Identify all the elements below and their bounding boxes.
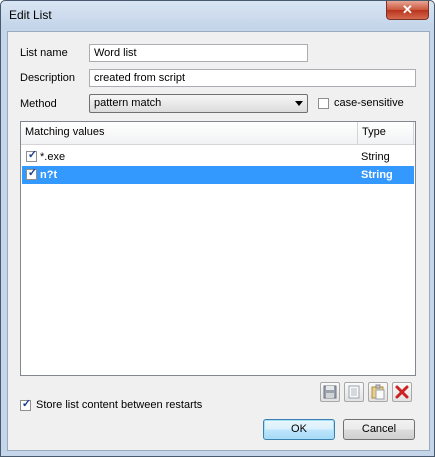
copy-button[interactable] <box>344 382 364 402</box>
description-input[interactable]: created from script <box>89 69 416 87</box>
row-type: String <box>361 169 393 181</box>
table-row-selected[interactable]: ✓ n?t String <box>22 166 414 184</box>
case-sensitive-label: case-sensitive <box>334 97 404 109</box>
title-bar[interactable]: Edit List ✕ <box>1 1 434 29</box>
table-row[interactable]: ✓ *.exe String <box>22 148 414 166</box>
paste-icon <box>371 384 385 400</box>
list-name-label: List name <box>20 47 68 59</box>
grid-header: Matching values Type <box>21 122 415 145</box>
ok-button[interactable]: OK <box>263 419 335 440</box>
chevron-down-icon <box>295 101 303 106</box>
checkmark-icon: ✓ <box>27 149 38 161</box>
case-sensitive-checkbox[interactable] <box>318 98 329 109</box>
row-type: String <box>361 151 390 163</box>
column-separator[interactable] <box>413 122 414 144</box>
cancel-button[interactable]: Cancel <box>343 419 415 440</box>
save-icon <box>323 385 337 399</box>
paste-button[interactable] <box>368 382 388 402</box>
delete-button[interactable] <box>392 382 412 402</box>
row-value: n?t <box>40 169 58 181</box>
store-content-checkbox[interactable]: ✓ <box>20 398 32 411</box>
close-icon: ✕ <box>402 2 413 17</box>
matching-values-grid[interactable]: Matching values Type ✓ *.exe String ✓ n?… <box>20 121 416 376</box>
method-select[interactable]: pattern match <box>89 94 308 113</box>
checkmark-icon: ✓ <box>21 398 32 410</box>
dialog-content: List name Word list Description created … <box>7 31 430 451</box>
list-name-input[interactable]: Word list <box>89 44 308 62</box>
store-content-label: Store list content between restarts <box>36 399 203 411</box>
method-label: Method <box>20 98 57 110</box>
save-button[interactable] <box>320 382 340 402</box>
checkmark-icon: ✓ <box>27 167 38 179</box>
description-label: Description <box>20 72 76 84</box>
delete-icon <box>395 385 409 399</box>
column-header-matching-values[interactable]: Matching values <box>25 126 105 138</box>
copy-icon <box>348 385 360 399</box>
column-separator[interactable] <box>357 122 358 144</box>
window-title: Edit List <box>9 8 52 22</box>
row-checkbox[interactable]: ✓ <box>26 149 38 162</box>
row-checkbox[interactable]: ✓ <box>26 167 38 180</box>
edit-list-dialog: Edit List ✕ List name Word list Descript… <box>0 0 435 457</box>
close-button[interactable]: ✕ <box>386 1 429 20</box>
column-header-type[interactable]: Type <box>362 126 386 138</box>
row-value: *.exe <box>40 151 66 163</box>
method-selected-value: pattern match <box>94 97 162 109</box>
